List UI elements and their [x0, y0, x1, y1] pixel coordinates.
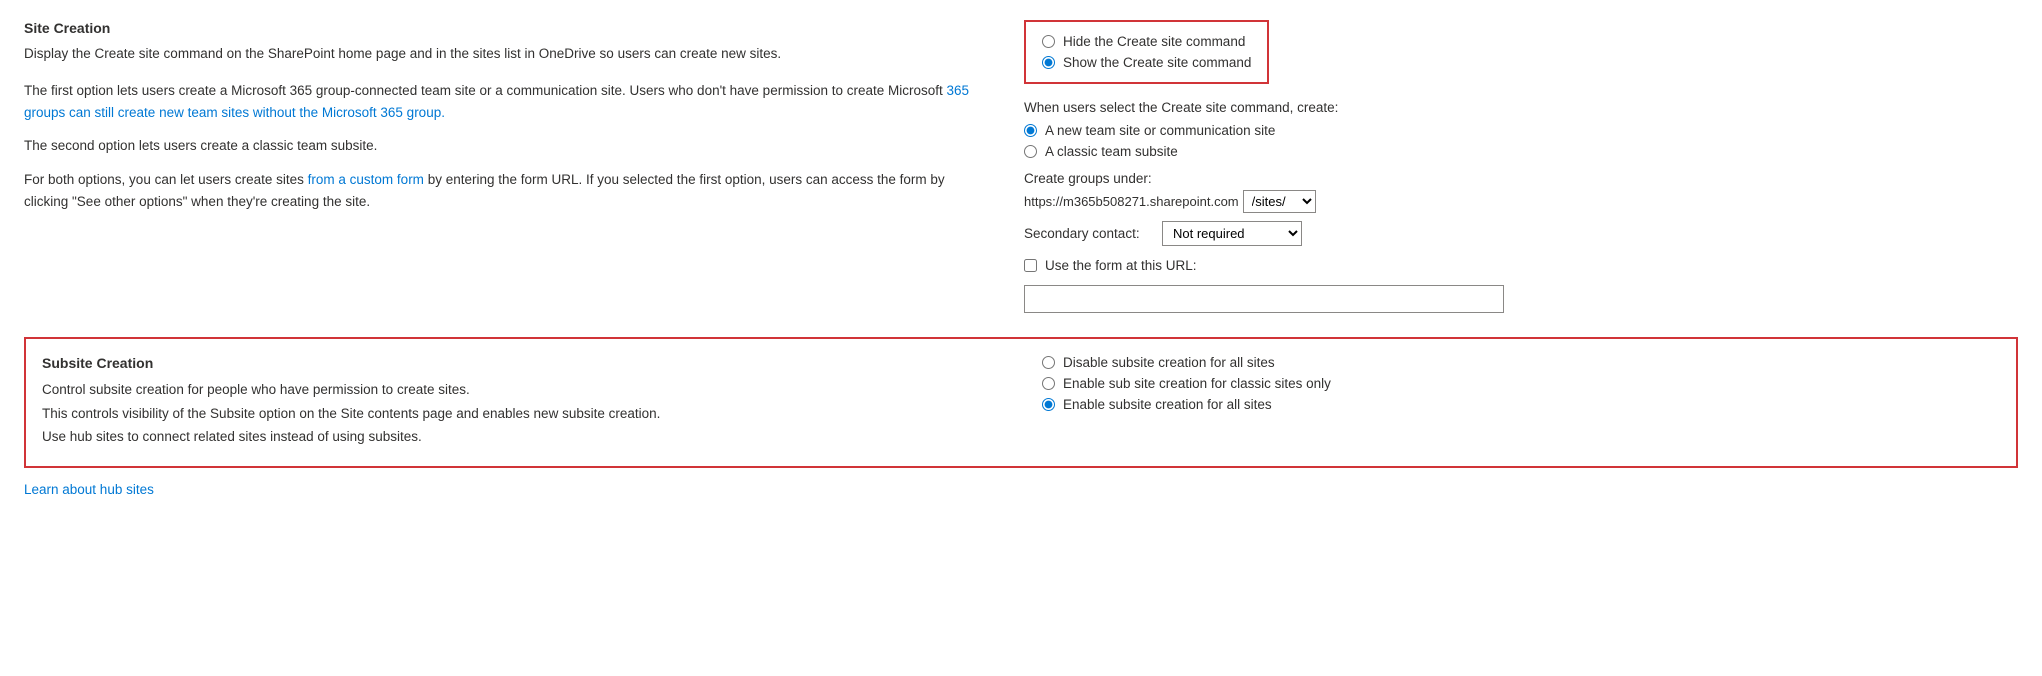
disable-subsite-label: Disable subsite creation for all sites [1063, 355, 1275, 370]
use-form-section: Use the form at this URL: [1024, 258, 1504, 313]
enable-classic-label: Enable sub site creation for classic sit… [1063, 376, 1331, 391]
classic-subsite-radio[interactable] [1024, 145, 1037, 158]
when-users-section: When users select the Create site comman… [1024, 100, 1504, 159]
subsite-desc-line1: Control subsite creation for people who … [42, 379, 1002, 401]
secondary-contact-row: Secondary contact: Not required Required [1024, 221, 1504, 246]
subsite-creation-section: Subsite Creation Control subsite creatio… [24, 337, 2018, 468]
create-groups-label: Create groups under: [1024, 171, 1504, 186]
url-group: https://m365b508271.sharepoint.com /site… [1024, 190, 1504, 213]
create-type-radio-group: A new team site or communication site A … [1024, 123, 1504, 159]
para3-text1: For both options, you can let users crea… [24, 172, 308, 187]
subsite-radio-group: Disable subsite creation for all sites E… [1042, 355, 1422, 412]
site-creation-section: Site Creation Display the Create site co… [24, 20, 2018, 329]
new-team-site-label: A new team site or communication site [1045, 123, 1275, 138]
url-base-text: https://m365b508271.sharepoint.com [1024, 194, 1239, 209]
classic-subsite-option[interactable]: A classic team subsite [1024, 144, 1504, 159]
classic-subsite-label: A classic team subsite [1045, 144, 1178, 159]
new-team-site-radio[interactable] [1024, 124, 1037, 137]
subsite-creation-left: Subsite Creation Control subsite creatio… [42, 355, 1002, 450]
when-users-label: When users select the Create site comman… [1024, 100, 1504, 115]
subsite-creation-title: Subsite Creation [42, 355, 1002, 371]
create-site-radio-group: Hide the Create site command Show the Cr… [1042, 34, 1251, 70]
site-creation-description: Display the Create site command on the S… [24, 44, 984, 64]
disable-subsite-option[interactable]: Disable subsite creation for all sites [1042, 355, 1422, 370]
show-create-site-label: Show the Create site command [1063, 55, 1251, 70]
subsite-desc-line2: This controls visibility of the Subsite … [42, 403, 1002, 425]
show-create-site-option[interactable]: Show the Create site command [1042, 55, 1251, 70]
new-team-site-option[interactable]: A new team site or communication site [1024, 123, 1504, 138]
site-creation-body: The first option lets users create a Mic… [24, 80, 984, 212]
show-create-site-radio[interactable] [1042, 56, 1055, 69]
secondary-contact-label: Secondary contact: [1024, 226, 1154, 241]
enable-classic-radio[interactable] [1042, 377, 1055, 390]
site-creation-para2: The second option lets users create a cl… [24, 135, 984, 157]
site-creation-para1: The first option lets users create a Mic… [24, 80, 984, 123]
hide-create-site-label: Hide the Create site command [1063, 34, 1245, 49]
para1-text1: The first option lets users create a Mic… [24, 83, 947, 98]
hide-create-site-option[interactable]: Hide the Create site command [1042, 34, 1251, 49]
page-container: Site Creation Display the Create site co… [24, 20, 2018, 497]
site-creation-right-panel: Hide the Create site command Show the Cr… [1024, 20, 1504, 313]
subsite-desc-line3: Use hub sites to connect related sites i… [42, 426, 1002, 448]
url-path-select[interactable]: /sites/ /teams/ / [1243, 190, 1316, 213]
form-url-input[interactable] [1024, 285, 1504, 313]
enable-classic-option[interactable]: Enable sub site creation for classic sit… [1042, 376, 1422, 391]
subsite-creation-right: Disable subsite creation for all sites E… [1042, 355, 1422, 450]
learn-hub-sites-link[interactable]: Learn about hub sites [24, 482, 2018, 497]
use-form-checkbox[interactable] [1024, 259, 1037, 272]
enable-all-subsite-label: Enable subsite creation for all sites [1063, 397, 1272, 412]
subsite-creation-body: Control subsite creation for people who … [42, 379, 1002, 448]
create-groups-section: Create groups under: https://m365b508271… [1024, 171, 1504, 213]
enable-all-subsite-radio[interactable] [1042, 398, 1055, 411]
hide-create-site-radio[interactable] [1042, 35, 1055, 48]
disable-subsite-radio[interactable] [1042, 356, 1055, 369]
custom-form-link[interactable]: from a custom form [308, 172, 424, 187]
use-form-label: Use the form at this URL: [1045, 258, 1197, 273]
create-site-command-box: Hide the Create site command Show the Cr… [1024, 20, 1269, 84]
use-form-checkbox-row[interactable]: Use the form at this URL: [1024, 258, 1504, 273]
secondary-contact-select[interactable]: Not required Required [1162, 221, 1302, 246]
site-creation-left-panel: Site Creation Display the Create site co… [24, 20, 984, 313]
enable-all-subsite-option[interactable]: Enable subsite creation for all sites [1042, 397, 1422, 412]
site-creation-title: Site Creation [24, 20, 984, 36]
site-creation-para3: For both options, you can let users crea… [24, 169, 984, 212]
